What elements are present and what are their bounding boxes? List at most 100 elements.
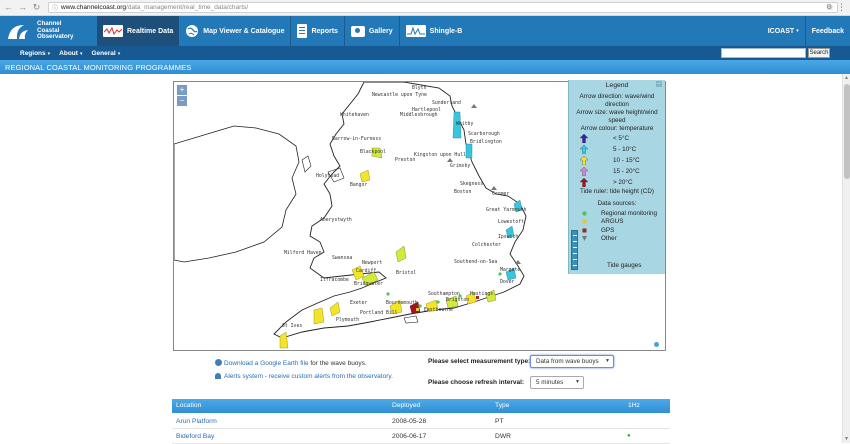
scroll-down-icon[interactable]: ▼ bbox=[844, 436, 849, 442]
place-label: Newport bbox=[362, 261, 383, 266]
column-header-deployed[interactable]: Deployed bbox=[392, 402, 420, 409]
extension-icon[interactable]: ⚙ bbox=[826, 3, 836, 13]
place-label: Cromer bbox=[492, 192, 510, 197]
place-label: Bridgwater bbox=[354, 282, 383, 287]
alerts-link[interactable]: Alerts system - receive custom alerts fr… bbox=[224, 373, 393, 380]
location-link[interactable]: Arun Platform bbox=[176, 418, 217, 425]
map-info-icon[interactable] bbox=[654, 342, 659, 347]
legend-temp-row: 5 - 10°C bbox=[569, 144, 665, 155]
nav-feedback[interactable]: Feedback bbox=[806, 16, 850, 46]
back-icon[interactable]: ← bbox=[3, 2, 14, 13]
place-label: Ipswich bbox=[498, 235, 519, 240]
place-label: Southend-on-Sea bbox=[454, 260, 498, 265]
google-earth-link[interactable]: Download a Google Earth file bbox=[224, 360, 309, 367]
camera-icon bbox=[350, 25, 365, 37]
place-label: Whitehaven bbox=[340, 113, 369, 118]
place-label: Great Yarmouth bbox=[486, 208, 527, 213]
legend-source-label: Regional monitoring bbox=[601, 209, 658, 217]
browser-menu-icon[interactable]: ⋮ bbox=[837, 2, 846, 13]
place-label: St Ives bbox=[282, 324, 303, 329]
scroll-thumb[interactable] bbox=[844, 84, 850, 179]
refresh-select[interactable]: 5 minutes ▼ bbox=[530, 376, 584, 389]
column-header-location[interactable]: Location bbox=[176, 402, 201, 409]
wave-arrow bbox=[279, 331, 289, 349]
table-row[interactable]: Bideford Bay 2006-06-17 DWR ● bbox=[172, 429, 670, 444]
place-label: Southampton bbox=[428, 292, 460, 297]
place-label: Plymouth bbox=[336, 318, 360, 323]
legend-source-row: Regional monitoring bbox=[569, 209, 665, 218]
tide-ruler-icon bbox=[571, 230, 578, 270]
place-label: Preston bbox=[395, 158, 416, 163]
monitoring-dot bbox=[436, 300, 440, 304]
tide-gauge-icon bbox=[515, 260, 521, 264]
legend-collapse-button[interactable]: – bbox=[656, 81, 662, 87]
column-header-1hz[interactable]: 1Hz bbox=[628, 402, 640, 409]
realtime-chart-icon bbox=[103, 25, 123, 37]
zoom-controls: + − bbox=[177, 85, 188, 107]
site-logo[interactable]: Channel Coastal Observatory bbox=[0, 16, 97, 46]
nav-reports[interactable]: Reports bbox=[291, 16, 343, 46]
nav-realtime-label: Realtime Data bbox=[127, 27, 174, 35]
legend-temp-row: > 20°C bbox=[569, 177, 665, 188]
nav-map-label: Map Viewer & Catalogue bbox=[203, 27, 285, 35]
tide-gauge-icon bbox=[447, 158, 453, 162]
measurement-label: Please select measurement type: bbox=[428, 358, 531, 365]
place-label: Bridlington bbox=[470, 140, 502, 145]
legend-temp-row: < 5°C bbox=[569, 133, 665, 144]
page-title: REGIONAL COASTAL MONITORING PROGRAMMES bbox=[5, 63, 192, 72]
page-scrollbar[interactable]: ▲ ▼ bbox=[842, 74, 850, 443]
subnav-about[interactable]: About ▾ bbox=[59, 50, 91, 57]
place-label: Blyth bbox=[412, 86, 427, 91]
place-label: Cardiff bbox=[356, 269, 377, 274]
legend-sources-list: Regional monitoring ARGUS GPS Other bbox=[569, 209, 665, 243]
place-label: Hastings bbox=[470, 292, 494, 297]
search-button[interactable]: Search bbox=[808, 48, 830, 58]
subnav-regions[interactable]: Regions ▾ bbox=[0, 50, 59, 57]
sub-navigation: Regions ▾ About ▾ General ▾ Search bbox=[0, 46, 850, 60]
tide-gauge-icon bbox=[471, 104, 477, 108]
nav-icoast[interactable]: ICOAST ▾ bbox=[762, 16, 805, 46]
page-banner: REGIONAL COASTAL MONITORING PROGRAMMES bbox=[0, 60, 850, 74]
measurement-select[interactable]: Data from wave buoys ▼ bbox=[530, 355, 614, 368]
nav-shingle-b[interactable]: Shingle-B bbox=[400, 16, 469, 46]
legend-temp-row: 15 - 20°C bbox=[569, 166, 665, 177]
location-link[interactable]: Bideford Bay bbox=[176, 433, 214, 440]
legend-tide-ruler: Tide ruler: tide height (CD) bbox=[580, 188, 654, 195]
legend-arrow-colour: Arrow colour: temperature bbox=[580, 125, 654, 132]
forward-icon[interactable]: → bbox=[17, 2, 28, 13]
place-label: Sunderland bbox=[432, 101, 461, 106]
scroll-up-icon[interactable]: ▲ bbox=[844, 75, 849, 81]
logo-text: Channel Coastal Observatory bbox=[37, 20, 74, 41]
nav-map-viewer[interactable]: Map Viewer & Catalogue bbox=[179, 16, 290, 46]
place-label: Grimsby bbox=[450, 164, 471, 169]
zoom-in-button[interactable]: + bbox=[177, 85, 187, 95]
browser-toolbar: ← → ↻ ⓘ www.channelcoast.org /data_manag… bbox=[0, 0, 850, 16]
map-legend: – Legend Arrow direction: wave/wind dire… bbox=[568, 80, 665, 274]
url-host: www.channelcoast.org bbox=[61, 4, 127, 11]
legend-arrow-size: Arrow size: wave height/wind speed bbox=[576, 109, 658, 124]
place-label: Portland Bill bbox=[360, 311, 398, 316]
search-input[interactable] bbox=[721, 48, 806, 58]
nav-realtime-data[interactable]: Realtime Data bbox=[97, 16, 180, 46]
wave-logo-icon bbox=[6, 22, 34, 40]
table-row[interactable]: Arun Platform 2008-05-28 PT bbox=[172, 414, 670, 429]
zoom-out-button[interactable]: − bbox=[177, 96, 187, 106]
reload-icon[interactable]: ↻ bbox=[31, 2, 42, 13]
earth-suffix-text: for the wave buoys. bbox=[308, 360, 367, 367]
place-label: Skegness bbox=[460, 182, 484, 187]
wave-arrow bbox=[359, 169, 371, 183]
monitoring-dot bbox=[386, 292, 390, 296]
subnav-general[interactable]: General ▾ bbox=[91, 50, 129, 57]
place-label: Whitby bbox=[456, 122, 474, 127]
address-bar[interactable]: ⓘ www.channelcoast.org /data_management/… bbox=[48, 2, 838, 13]
nav-right-group: ICOAST ▾ Feedback bbox=[762, 16, 850, 46]
type-cell: PT bbox=[495, 418, 504, 425]
wave-arrow bbox=[329, 301, 341, 317]
column-header-type[interactable]: Type bbox=[495, 402, 510, 409]
nav-gallery[interactable]: Gallery bbox=[345, 16, 399, 46]
document-icon bbox=[297, 24, 308, 38]
globe-icon bbox=[215, 359, 222, 366]
place-label: Lowestoft bbox=[498, 220, 524, 225]
nav-gallery-label: Gallery bbox=[368, 27, 393, 35]
chevron-down-icon: ▼ bbox=[605, 358, 610, 364]
